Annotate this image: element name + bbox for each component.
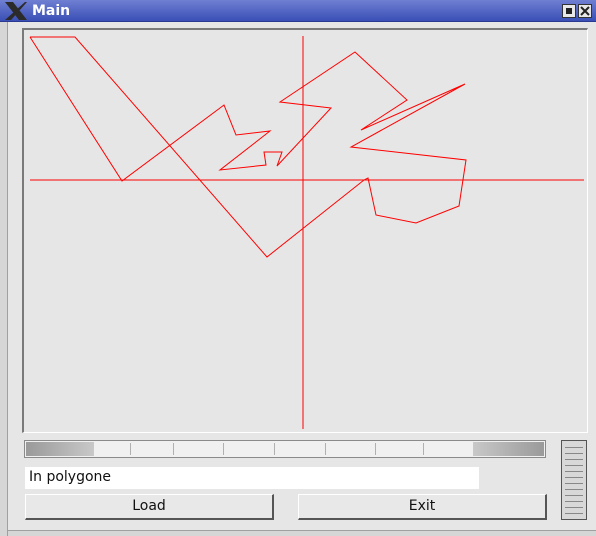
vertical-slider[interactable]	[561, 440, 587, 520]
horizontal-scrollbar[interactable]	[24, 440, 546, 458]
close-icon	[580, 6, 590, 16]
slider-groove	[565, 507, 583, 508]
window-bottom-border	[8, 530, 596, 536]
slider-groove	[565, 495, 583, 496]
slider-groove	[565, 489, 583, 490]
x-logo-icon	[5, 2, 27, 20]
slider-groove	[565, 513, 583, 514]
scroll-tick	[274, 443, 275, 455]
scroll-tick	[375, 443, 376, 455]
load-button[interactable]: Load	[25, 494, 274, 520]
slider-groove	[565, 453, 583, 454]
polygon-drawing	[29, 36, 584, 429]
minimize-button[interactable]	[562, 4, 576, 18]
slider-groove	[565, 465, 583, 466]
slider-groove	[565, 483, 583, 484]
slider-groove	[565, 459, 583, 460]
slider-groove	[565, 471, 583, 472]
scroll-tick	[423, 443, 424, 455]
slider-groove	[565, 477, 583, 478]
polygon-shape	[29, 36, 467, 258]
close-button[interactable]	[578, 4, 592, 18]
status-field: In polygone	[25, 467, 479, 489]
window-title: Main	[32, 3, 71, 19]
slider-groove	[565, 447, 583, 448]
scroll-right-segment	[473, 442, 544, 456]
scroll-tick	[130, 443, 131, 455]
scroll-left-segment	[26, 442, 94, 456]
scroll-tick	[173, 443, 174, 455]
minimize-icon	[566, 8, 572, 14]
window-left-border	[0, 22, 8, 536]
drawing-canvas[interactable]	[22, 28, 588, 433]
scroll-tick	[325, 443, 326, 455]
exit-button[interactable]: Exit	[298, 494, 547, 520]
scroll-tick	[223, 443, 224, 455]
main-window: Main In polygone Load Exit	[0, 0, 596, 536]
title-bar[interactable]: Main	[0, 0, 596, 22]
slider-groove	[565, 501, 583, 502]
